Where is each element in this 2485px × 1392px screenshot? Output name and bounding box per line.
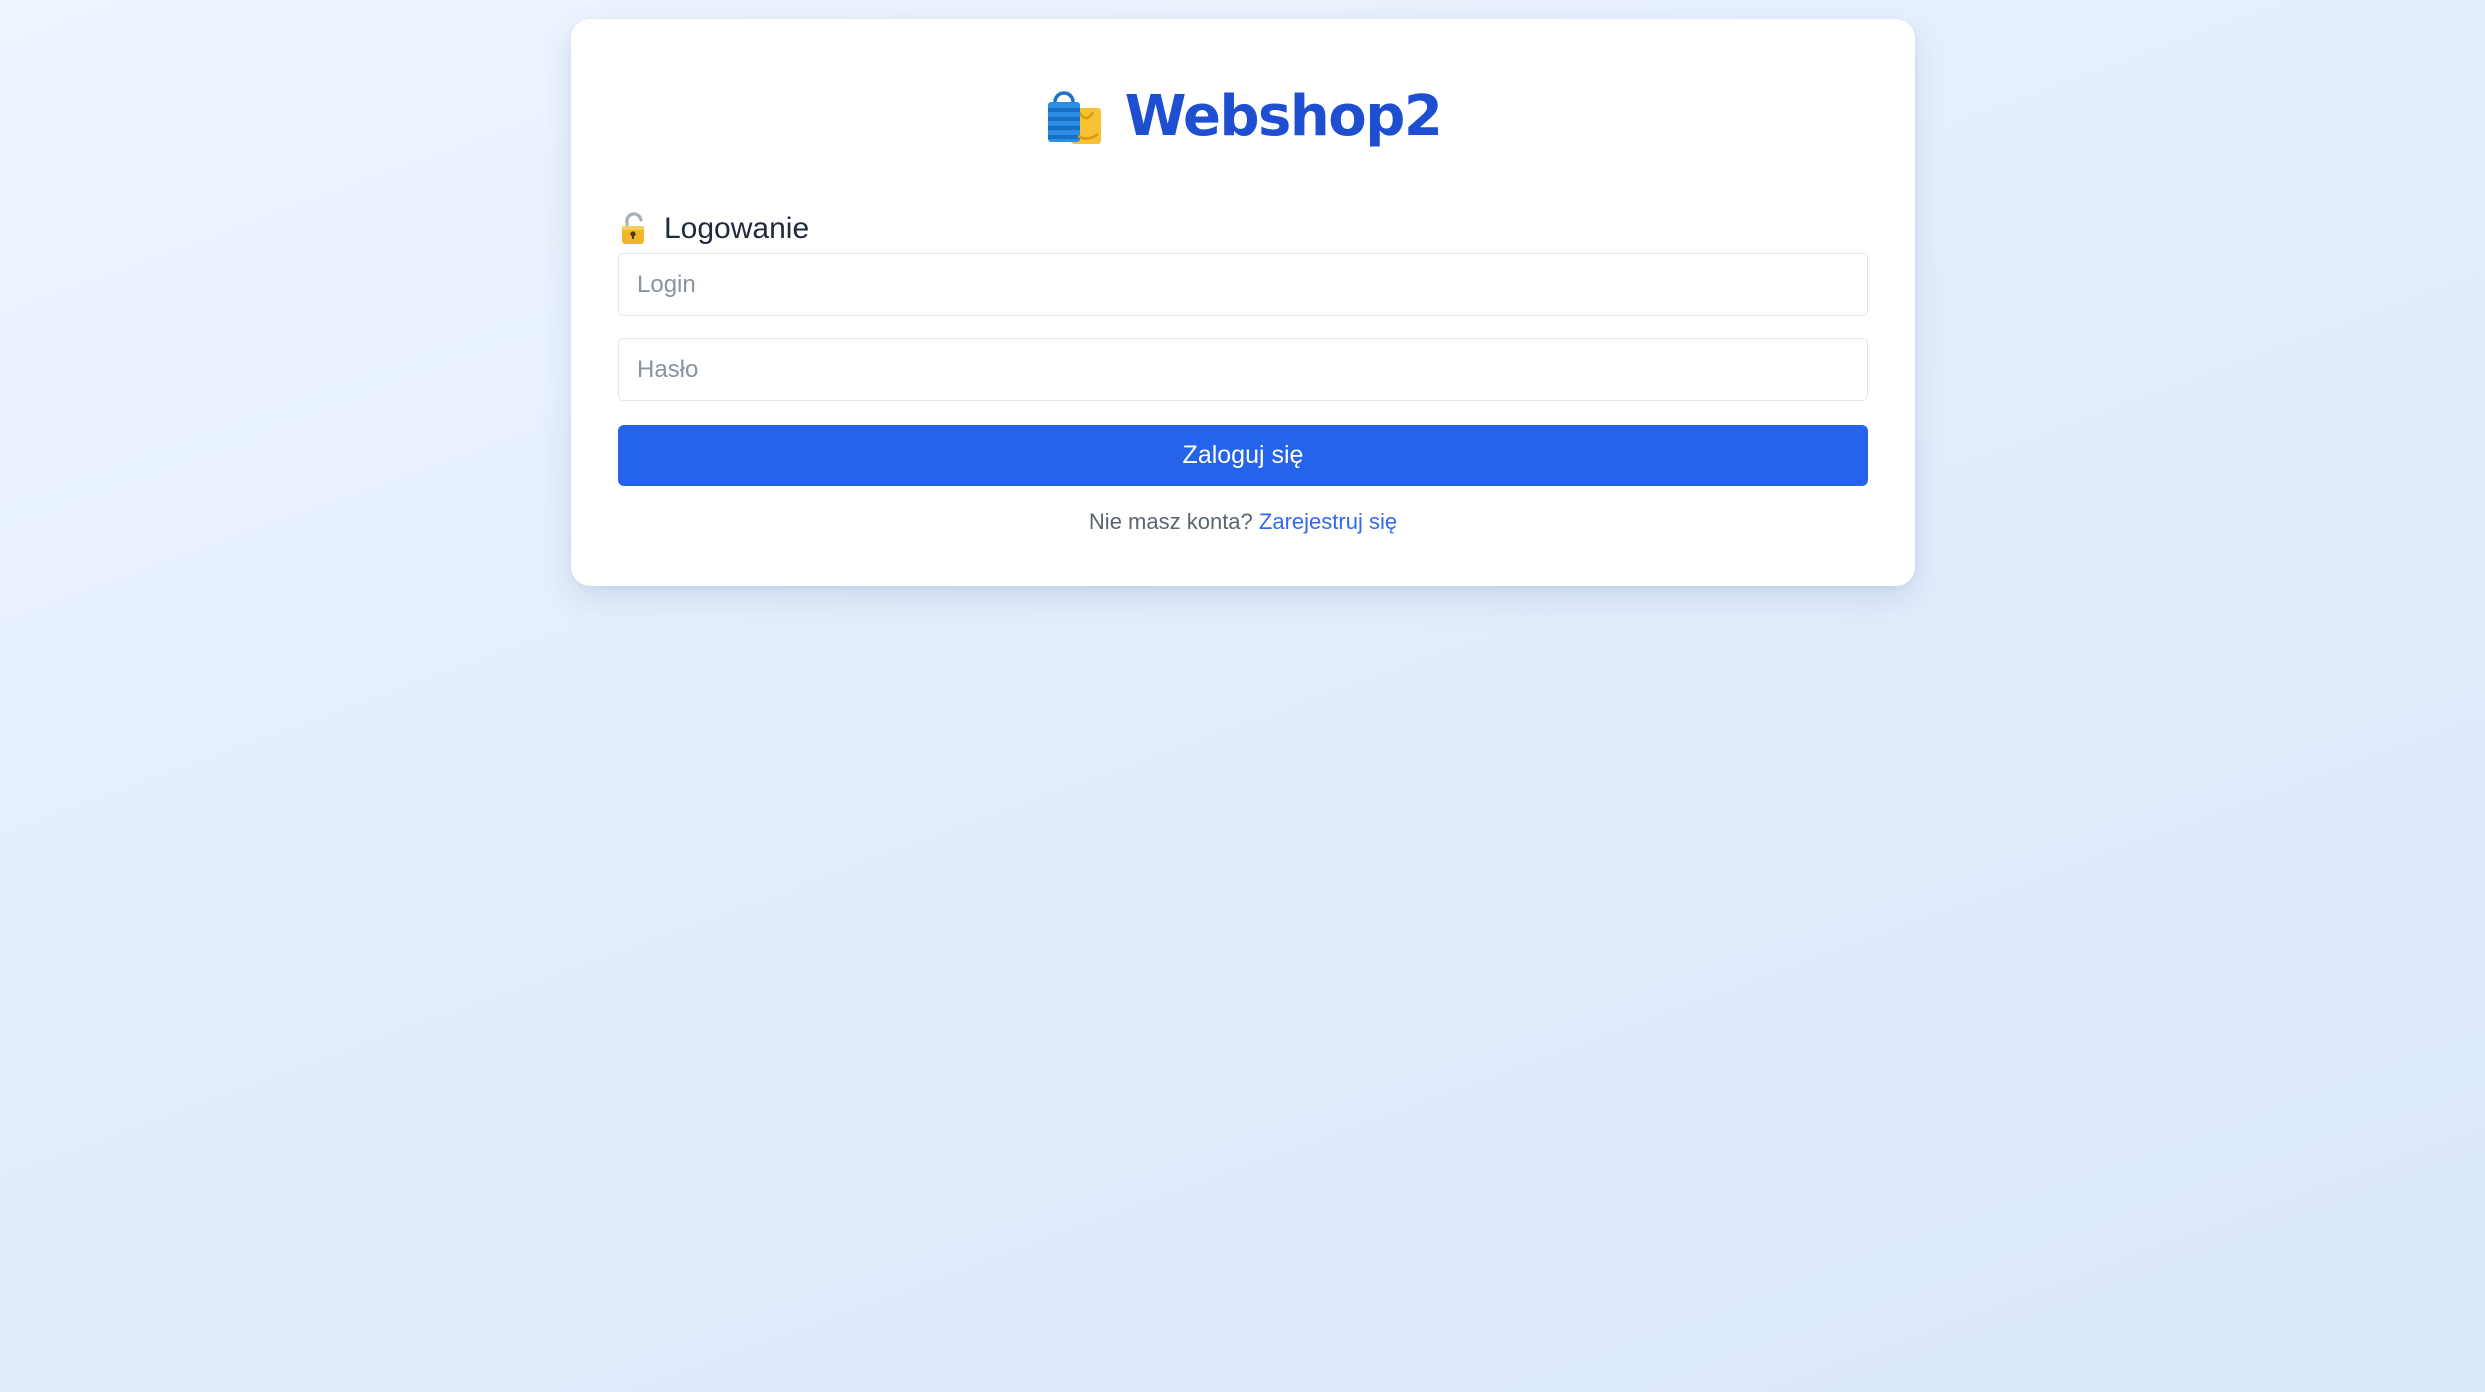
register-link[interactable]: Zarejestruj się <box>1259 509 1397 534</box>
register-prompt-text: Nie masz konta? <box>1088 509 1253 534</box>
register-prompt-line: Nie masz konta? Zarejestruj się <box>571 509 1915 535</box>
lock-icon <box>622 212 644 244</box>
password-input[interactable] <box>618 338 1868 401</box>
login-button[interactable]: Zaloguj się <box>618 425 1868 486</box>
brand-title: Webshop2 <box>1124 84 1443 149</box>
brand-header: Webshop2 <box>571 67 1915 167</box>
login-heading: Logowanie <box>618 207 809 251</box>
shopping-bags-icon <box>1047 91 1101 144</box>
login-heading-text: Logowanie <box>664 212 810 245</box>
login-input[interactable] <box>618 253 1868 316</box>
login-card: Webshop2 Logowanie Zaloguj się Nie masz … <box>571 19 1915 586</box>
